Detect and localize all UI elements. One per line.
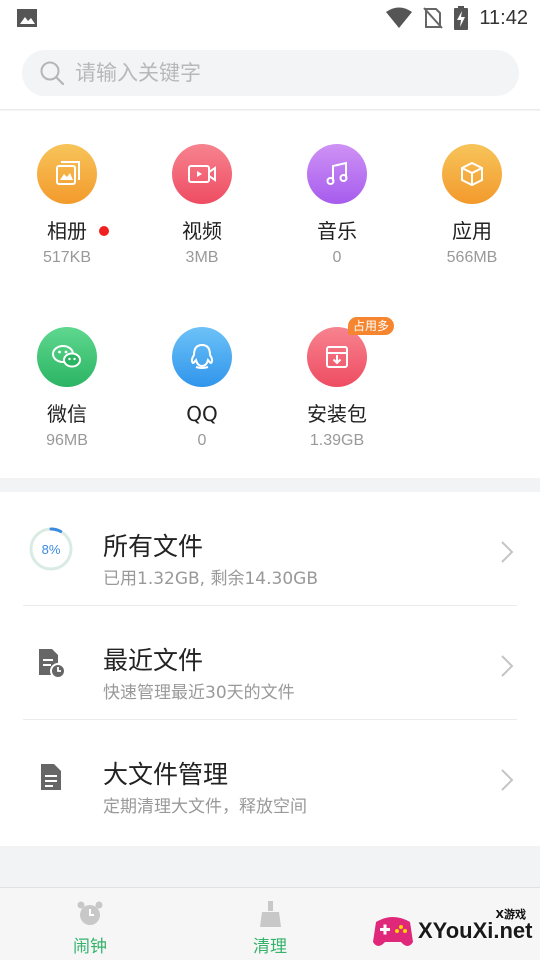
category-qq[interactable]: QQ 0 (142, 327, 262, 451)
row-title: 大文件管理 (103, 760, 229, 789)
category-label: 视频 (182, 219, 222, 243)
tab-alarm[interactable]: 闹钟 (0, 888, 180, 960)
usage-high-badge: 占用多 (348, 317, 395, 335)
qq-icon (172, 327, 232, 387)
storage-percent: 8% (41, 541, 61, 557)
category-size: 0 (332, 249, 342, 266)
category-wechat[interactable]: 微信 96MB (7, 327, 127, 451)
category-label: 微信 (47, 402, 87, 426)
category-size: 0 (197, 432, 207, 449)
row-title: 最近文件 (103, 646, 204, 675)
wifi-icon (386, 7, 413, 28)
large-file-icon (28, 754, 74, 800)
video-icon (172, 144, 232, 204)
search-area (0, 36, 540, 110)
category-album[interactable]: 相册 517KB (7, 144, 127, 268)
file-list: 8% 所有文件 已用1.32GB, 剩余14.30GB 最近文件 快速管理最近3… (0, 492, 540, 846)
tab-label: 闹钟 (73, 937, 107, 957)
watermark-text: XYouXi.net (418, 918, 533, 943)
category-apps[interactable]: 应用 566MB (412, 144, 532, 268)
category-label: 安装包 (307, 402, 367, 426)
row-title: 所有文件 (103, 532, 204, 561)
status-bar: 11:42 (0, 0, 540, 36)
category-music[interactable]: 音乐 0 (277, 144, 397, 268)
search-icon (40, 61, 65, 86)
category-label: 音乐 (317, 219, 357, 243)
no-sim-icon (423, 7, 444, 29)
category-package[interactable]: 占用多 安装包 1.39GB (277, 317, 397, 451)
category-label: 相册 (47, 219, 87, 243)
storage-progress-ring: 8% (28, 526, 74, 572)
battery-charging-icon (454, 6, 469, 30)
alarm-clock-icon (77, 901, 103, 925)
image-notification-icon (17, 9, 37, 27)
broom-icon (260, 901, 281, 927)
recent-files-row[interactable]: 最近文件 快速管理最近30天的文件 (0, 606, 540, 720)
wechat-icon (37, 327, 97, 387)
all-files-row[interactable]: 8% 所有文件 已用1.32GB, 剩余14.30GB (0, 492, 540, 606)
category-label: QQ (186, 402, 218, 426)
watermark: X游戏 XYouXi.net (368, 900, 540, 960)
tab-clean[interactable]: 清理 (180, 888, 360, 960)
category-size: 1.39GB (309, 432, 365, 449)
search-input[interactable] (75, 61, 475, 85)
category-label: 应用 (452, 219, 492, 243)
chevron-right-icon (501, 541, 514, 563)
category-size: 517KB (42, 249, 92, 266)
category-video[interactable]: 视频 3MB (142, 144, 262, 268)
status-time: 11:42 (479, 6, 528, 29)
chevron-right-icon (501, 655, 514, 677)
category-grid: 相册 517KB 视频 3MB 音乐 0 应用 566MB 微信 96MB QQ… (0, 111, 540, 478)
search-bar[interactable] (22, 50, 519, 96)
package-icon: 占用多 (307, 317, 395, 387)
app-box-icon (442, 144, 502, 204)
large-files-row[interactable]: 大文件管理 定期清理大文件，释放空间 (0, 720, 540, 834)
new-dot-badge (99, 226, 109, 236)
tab-label: 清理 (253, 937, 287, 957)
recent-file-icon (28, 640, 74, 686)
chevron-right-icon (501, 769, 514, 791)
music-icon (307, 144, 367, 204)
album-icon (37, 144, 97, 204)
row-subtitle: 定期清理大文件，释放空间 (103, 797, 307, 817)
gamepad-logo-icon (373, 917, 413, 946)
category-size: 3MB (185, 249, 219, 266)
row-subtitle: 已用1.32GB, 剩余14.30GB (103, 569, 318, 589)
category-size: 566MB (446, 249, 498, 266)
category-size: 96MB (46, 432, 88, 449)
row-subtitle: 快速管理最近30天的文件 (103, 683, 295, 703)
